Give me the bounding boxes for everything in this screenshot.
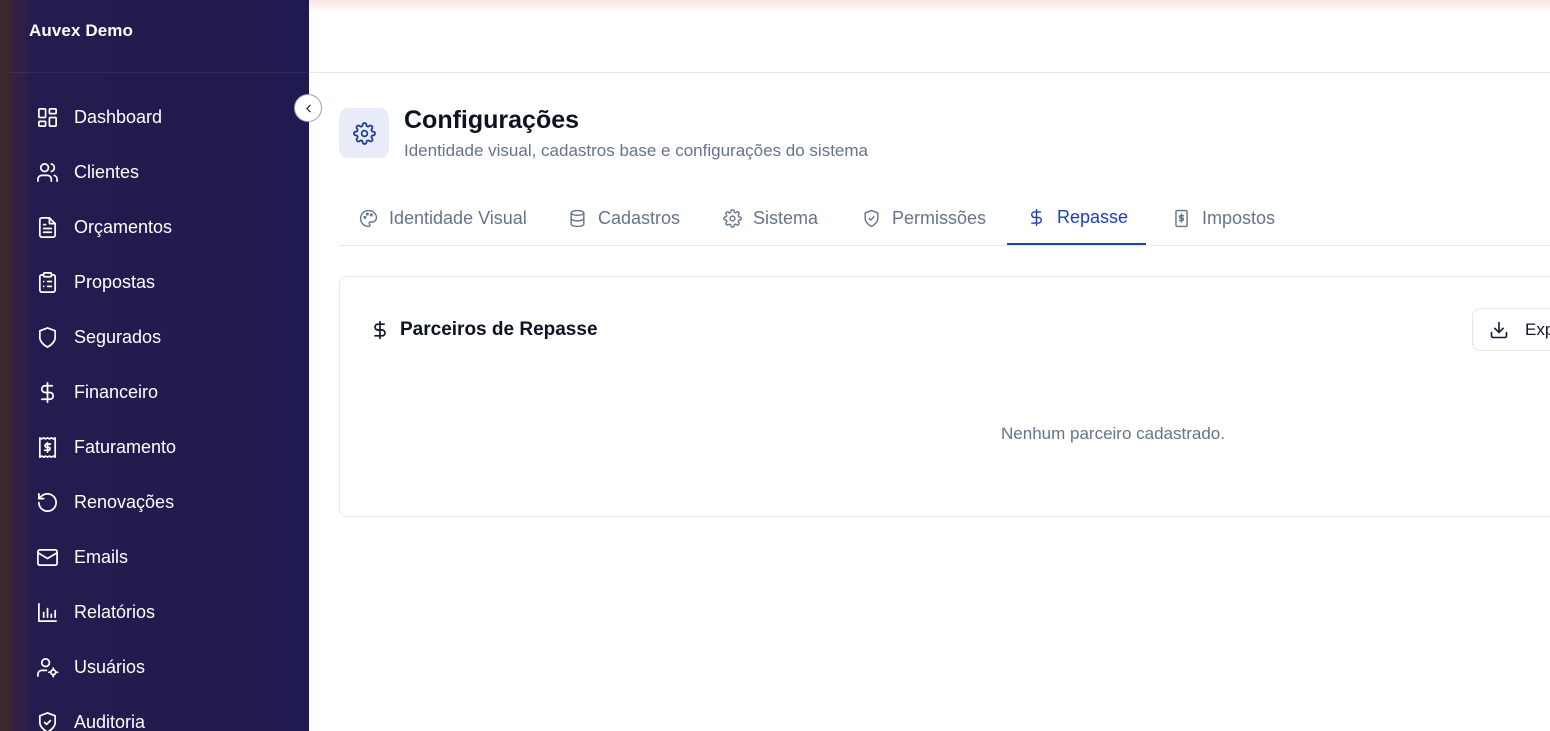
receipt-icon — [35, 436, 59, 460]
partners-card — [339, 276, 1550, 517]
shield-check-icon — [861, 209, 881, 229]
bar-chart-icon — [35, 601, 59, 625]
tab-label: Permissões — [892, 208, 987, 228]
tab-label: Repasse — [1057, 207, 1129, 227]
sidebar: Auvex Demo Dashboard Clientes Orçamentos… — [9, 0, 309, 731]
sidebar-item-clientes[interactable]: Clientes — [9, 145, 309, 200]
sidebar-item-label: Auditoria — [74, 712, 146, 731]
mail-icon — [35, 546, 59, 570]
sidebar-item-label: Propostas — [74, 272, 156, 292]
tab-label: Impostos — [1202, 208, 1276, 228]
chevron-left-icon — [302, 102, 315, 115]
tab-sistema[interactable]: Sistema — [722, 192, 827, 245]
sidebar-item-faturamento[interactable]: Faturamento — [9, 420, 309, 475]
receipt-icon — [1171, 209, 1191, 229]
window-edge — [0, 0, 9, 731]
sidebar-item-label: Renovações — [74, 492, 175, 512]
settings-tabs: Identidade Visual Cadastros Sistema Perm… — [339, 192, 1550, 246]
sidebar-nav: Dashboard Clientes Orçamentos Propostas … — [9, 90, 309, 731]
user-cog-icon — [35, 656, 59, 680]
sidebar-item-financeiro[interactable]: Financeiro — [9, 365, 309, 420]
tab-permissoes[interactable]: Permissões — [861, 192, 991, 245]
sidebar-item-propostas[interactable]: Propostas — [9, 255, 309, 310]
sidebar-item-label: Faturamento — [74, 437, 177, 457]
export-button[interactable]: Exp — [1472, 308, 1550, 351]
gear-icon — [352, 121, 376, 145]
sidebar-item-dashboard[interactable]: Dashboard — [9, 90, 309, 145]
dollar-icon — [370, 320, 390, 340]
card-title: Parceiros de Repasse — [400, 319, 598, 340]
dollar-icon — [35, 381, 59, 405]
shield-icon — [35, 326, 59, 350]
sidebar-item-label: Usuários — [74, 657, 146, 677]
top-bar — [309, 0, 1550, 73]
sidebar-item-label: Orçamentos — [74, 217, 173, 237]
header-icon-box — [339, 108, 389, 158]
sidebar-item-label: Relatórios — [74, 602, 156, 622]
database-icon — [567, 209, 587, 229]
divider — [9, 72, 309, 73]
users-icon — [35, 161, 59, 185]
page-title: Configurações — [404, 106, 580, 134]
sidebar-item-label: Emails — [74, 547, 129, 567]
tab-cadastros[interactable]: Cadastros — [567, 192, 692, 245]
sidebar-item-usuarios[interactable]: Usuários — [9, 640, 309, 695]
gear-icon — [722, 209, 742, 229]
tab-label: Identidade Visual — [389, 208, 527, 228]
document-icon — [35, 216, 59, 240]
brand-name: Auvex Demo — [29, 21, 133, 40]
sidebar-item-auditoria[interactable]: Auditoria — [9, 695, 309, 731]
tab-label: Cadastros — [598, 208, 681, 228]
sidebar-item-emails[interactable]: Emails — [9, 530, 309, 585]
sidebar-item-renovacoes[interactable]: Renovações — [9, 475, 309, 530]
tab-impostos[interactable]: Impostos — [1171, 192, 1286, 245]
dashboard-icon — [35, 106, 59, 130]
tab-identidade-visual[interactable]: Identidade Visual — [358, 192, 544, 245]
clipboard-list-icon — [35, 271, 59, 295]
palette-icon — [358, 209, 378, 229]
dollar-icon — [1026, 208, 1046, 228]
sidebar-item-segurados[interactable]: Segurados — [9, 310, 309, 365]
tab-label: Sistema — [753, 208, 819, 228]
sidebar-item-label: Segurados — [74, 327, 162, 347]
sidebar-item-label: Clientes — [74, 162, 140, 182]
download-icon — [1489, 320, 1525, 340]
export-button-label: Exp — [1525, 319, 1550, 339]
tab-repasse[interactable]: Repasse — [1007, 192, 1146, 245]
shield-check-icon — [35, 711, 59, 731]
sidebar-item-relatorios[interactable]: Relatórios — [9, 585, 309, 640]
empty-state-message: Nenhum parceiro cadastrado. — [1001, 424, 1225, 443]
sidebar-item-label: Dashboard — [74, 107, 163, 127]
sidebar-item-label: Financeiro — [74, 382, 159, 402]
page-subtitle: Identidade visual, cadastros base e conf… — [404, 141, 868, 160]
rotate-icon — [35, 491, 59, 515]
collapse-sidebar-button[interactable] — [294, 94, 322, 122]
sidebar-item-orcamentos[interactable]: Orçamentos — [9, 200, 309, 255]
